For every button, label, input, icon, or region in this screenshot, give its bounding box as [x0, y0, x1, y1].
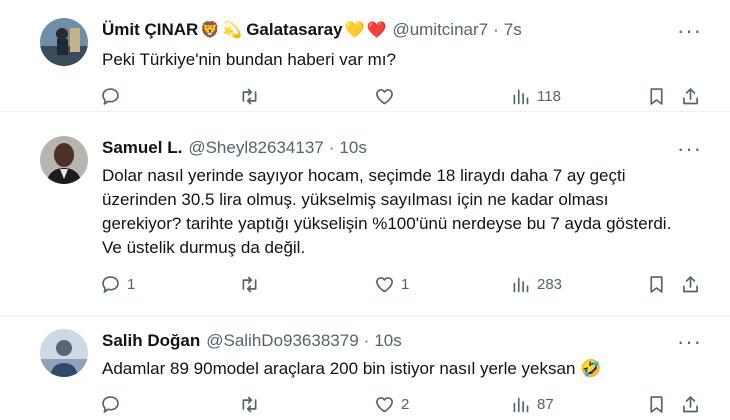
- tweet-text-line: gerekiyor? tarihte yaptığı yükselişin %1…: [102, 214, 672, 233]
- bookmark-button[interactable]: [646, 86, 667, 107]
- more-options-button[interactable]: ···: [677, 18, 702, 44]
- views-count: 118: [537, 88, 561, 105]
- views-icon: [513, 89, 529, 105]
- reply-button[interactable]: [100, 86, 127, 107]
- retweet-icon: [242, 396, 257, 413]
- avatar[interactable]: [40, 136, 88, 184]
- dizzy-emoji: 💫: [222, 22, 243, 39]
- retweet-icon: [242, 276, 257, 293]
- timestamp[interactable]: 7s: [504, 20, 522, 40]
- like-icon: [376, 277, 393, 293]
- timestamp[interactable]: 10s: [339, 138, 366, 158]
- views-count: 283: [537, 276, 563, 293]
- share-button[interactable]: [680, 274, 701, 295]
- like-icon: [376, 89, 393, 105]
- tweet-text: Dolar nasıl yerinde sayıyor hocam, seçim…: [102, 164, 702, 260]
- tweet-header: Salih Doğan @SalihDo93638379 · 10s: [102, 331, 402, 351]
- views-count: 87: [537, 396, 554, 413]
- share-icon: [683, 396, 698, 413]
- bookmark-icon: [650, 276, 663, 293]
- share-button[interactable]: [680, 86, 701, 107]
- action-bar: 118: [100, 86, 710, 110]
- reply-icon: [102, 88, 119, 105]
- views-button[interactable]: 283: [510, 274, 562, 295]
- tweet-text: Peki Türkiye'nin bundan haberi var mı?: [102, 50, 396, 69]
- action-bar: 1 1 283: [100, 274, 710, 298]
- share-icon: [683, 276, 698, 293]
- share-button[interactable]: [680, 394, 701, 415]
- bookmark-button[interactable]: [646, 274, 667, 295]
- separator-dot: ·: [328, 138, 335, 157]
- display-name[interactable]: Ümit ÇINAR: [102, 20, 198, 40]
- tweet[interactable]: Ümit ÇINAR 🦁 💫 Galatasaray 💛 ❤️ @umitcin…: [0, 0, 730, 112]
- red-heart-emoji: ❤️: [366, 22, 387, 39]
- views-button[interactable]: 87: [510, 394, 554, 415]
- reply-icon: [102, 276, 119, 293]
- separator-dot: ·: [493, 20, 499, 39]
- action-bar: 2 87: [100, 394, 710, 418]
- views-icon: [513, 277, 529, 293]
- reply-icon: [102, 396, 119, 413]
- like-button[interactable]: 1: [374, 274, 409, 295]
- bookmark-button[interactable]: [646, 394, 667, 415]
- user-handle[interactable]: @Sheyl82634137: [188, 138, 323, 158]
- like-icon: [376, 397, 393, 413]
- tweet-header: Samuel L. @Sheyl82634137 · 10s: [102, 138, 367, 158]
- separator-dot: ·: [363, 331, 370, 350]
- display-name[interactable]: Salih Doğan: [102, 331, 200, 351]
- reply-count: 1: [127, 276, 136, 293]
- tweet-text: Adamlar 89 90model araçlara 200 bin isti…: [102, 359, 602, 378]
- retweet-button[interactable]: [239, 394, 266, 415]
- like-count: 2: [401, 396, 410, 413]
- views-button[interactable]: 118: [510, 86, 561, 107]
- like-count: 1: [401, 276, 410, 293]
- more-options-button[interactable]: ···: [677, 136, 702, 162]
- retweet-button[interactable]: [239, 274, 266, 295]
- reply-button[interactable]: [100, 394, 127, 415]
- lion-emoji: 🦁: [200, 22, 221, 39]
- like-button[interactable]: [374, 86, 401, 107]
- display-name[interactable]: Samuel L.: [102, 138, 182, 158]
- retweet-icon: [242, 88, 257, 105]
- tweet-text-line: Ve üstelik durmuş da değil.: [102, 238, 306, 257]
- tweet-text-line: üzerinden 30.5 lira olmuş. yükselmiş say…: [102, 190, 609, 209]
- views-icon: [513, 397, 529, 413]
- share-icon: [683, 88, 698, 105]
- timestamp[interactable]: 10s: [374, 331, 401, 351]
- yellow-heart-emoji: 💛: [344, 22, 365, 39]
- avatar[interactable]: [40, 18, 88, 66]
- user-handle[interactable]: @umitcinar7: [392, 20, 488, 40]
- tweet-text-line: Dolar nasıl yerinde sayıyor hocam, seçim…: [102, 166, 626, 185]
- more-options-button[interactable]: ···: [677, 329, 702, 355]
- reply-button[interactable]: 1: [100, 274, 135, 295]
- retweet-button[interactable]: [239, 86, 266, 107]
- tweet[interactable]: Samuel L. @Sheyl82634137 · 10s ··· Dolar…: [0, 112, 730, 317]
- tweet[interactable]: Salih Doğan @SalihDo93638379 · 10s ··· A…: [0, 317, 730, 420]
- tweet-header: Ümit ÇINAR 🦁 💫 Galatasaray 💛 ❤️ @umitcin…: [102, 20, 522, 40]
- avatar[interactable]: [40, 329, 88, 377]
- bookmark-icon: [650, 396, 663, 413]
- bookmark-icon: [650, 88, 663, 105]
- display-name-suffix[interactable]: Galatasaray: [246, 20, 342, 40]
- like-button[interactable]: 2: [374, 394, 409, 415]
- user-handle[interactable]: @SalihDo93638379: [206, 331, 358, 351]
